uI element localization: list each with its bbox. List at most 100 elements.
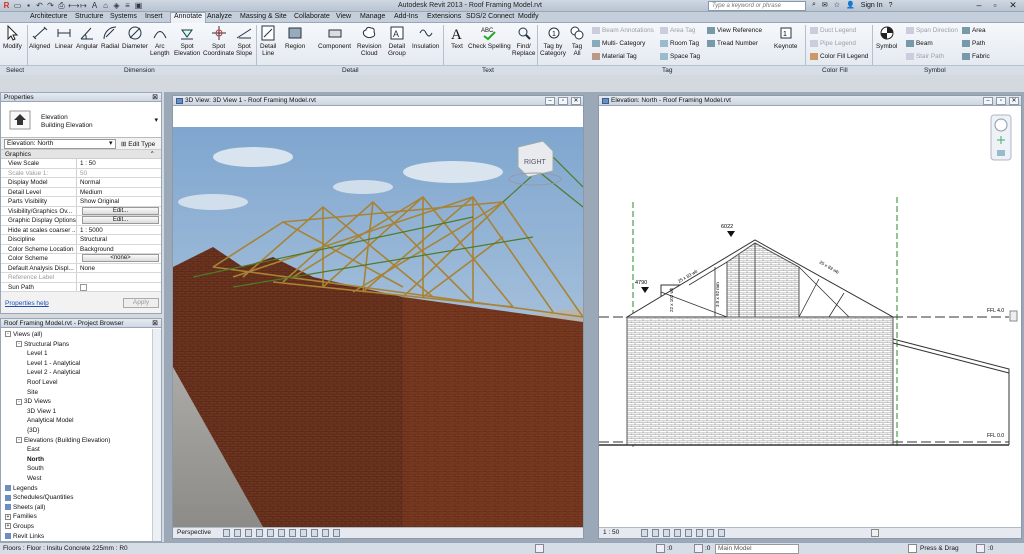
tab-architecture[interactable]: Architecture (30, 13, 67, 20)
zoom-region-icon[interactable] (997, 150, 1005, 156)
tab-view[interactable]: View (336, 13, 351, 20)
close-view-button[interactable]: ✕ (1009, 97, 1019, 105)
tree-item[interactable]: - Elevations (Building Elevation) (16, 437, 110, 444)
tree-item[interactable]: {3D} (27, 427, 39, 434)
pipe-legend-button[interactable]: Pipe Legend (810, 40, 856, 47)
browser-scrollbar[interactable] (152, 329, 161, 541)
visual-style-icon[interactable] (245, 529, 252, 537)
user-icon[interactable]: 👤 (846, 1, 855, 9)
tree-item[interactable]: Revit Links (5, 533, 44, 540)
close-icon[interactable]: ⊠ (152, 319, 158, 328)
property-value[interactable] (77, 283, 161, 292)
group-label-tag[interactable]: Tag (662, 67, 672, 74)
tree-item[interactable]: - Views (all) (5, 331, 42, 338)
fabric-symbol-button[interactable]: Fabric (962, 53, 990, 60)
tree-item[interactable]: Schedules/Quantities (5, 494, 73, 501)
property-edit-button[interactable]: Edit... (82, 206, 159, 215)
tab-massing-site[interactable]: Massing & Site (240, 13, 287, 20)
check-spelling-button[interactable]: ABC Check Spelling (468, 25, 511, 50)
worksets-icon[interactable] (535, 544, 544, 553)
revision-cloud-button[interactable]: Revision Cloud (357, 25, 382, 57)
tree-item[interactable]: Roof Level (27, 379, 58, 386)
expand-icon[interactable]: + (5, 523, 11, 530)
path-symbol-button[interactable]: Path (962, 40, 985, 47)
close-view-button[interactable]: ✕ (571, 97, 581, 105)
tree-item[interactable]: Legends (5, 485, 38, 492)
hide-icon[interactable] (707, 529, 714, 537)
3d-view-icon[interactable]: ⌂ (101, 1, 110, 10)
chevron-down-icon[interactable]: ▾ (154, 116, 158, 124)
tab-structure[interactable]: Structure (75, 13, 103, 20)
undo-icon[interactable]: ↶ (35, 1, 44, 10)
steering-wheel-icon[interactable] (994, 118, 1008, 132)
beam-annotations-button[interactable]: Beam Annotations (592, 27, 654, 34)
chevron-down-icon[interactable]: ▾ (109, 139, 113, 147)
reveal-icon[interactable] (333, 529, 340, 537)
minimize-view-button[interactable]: – (545, 97, 555, 105)
property-value[interactable]: <none> (77, 254, 161, 263)
tab-annotate[interactable]: Annotate (170, 12, 207, 23)
search-icon[interactable]: ⌕ (812, 1, 816, 9)
group-label-color-fill[interactable]: Color Fill (822, 67, 848, 74)
component-button[interactable]: Component (318, 25, 351, 50)
horizontal-scroll-thumb[interactable] (871, 529, 879, 537)
tree-item[interactable]: Level 2 - Analytical (27, 369, 80, 376)
show-crop-icon[interactable] (300, 529, 307, 537)
group-label-select[interactable]: Select (6, 67, 24, 74)
close-button[interactable]: ✕ (1006, 0, 1020, 11)
sun-path-checkbox[interactable] (80, 283, 87, 291)
sun-path-icon[interactable] (663, 529, 670, 537)
tab-modify[interactable]: Modify (518, 13, 539, 20)
apply-button[interactable]: Apply (123, 298, 159, 308)
tab-extensions[interactable]: Extensions (427, 13, 461, 20)
tread-number-button[interactable]: Tread Number (707, 40, 758, 47)
collapse-icon[interactable]: ⌃ (150, 150, 155, 159)
detail-line-button[interactable]: Detail Line (260, 25, 276, 57)
tag-all-button[interactable]: Tag All (569, 25, 585, 57)
group-label-symbol[interactable]: Symbol (924, 67, 946, 74)
section-icon[interactable]: ◈ (112, 1, 121, 10)
text-button[interactable]: A Text (449, 25, 465, 50)
sun-path-icon[interactable] (256, 529, 263, 537)
tab-insert[interactable]: Insert (145, 13, 163, 20)
insulation-button[interactable]: Insulation (412, 25, 439, 50)
property-value[interactable]: Structural (77, 235, 161, 244)
crop-icon[interactable] (289, 529, 296, 537)
property-edit-button[interactable]: <none> (82, 254, 159, 262)
navigation-wheel[interactable] (990, 114, 1012, 161)
duct-legend-button[interactable]: Duct Legend (810, 27, 856, 34)
collapse-icon[interactable]: - (5, 331, 11, 338)
tree-item[interactable]: + Families (5, 513, 37, 520)
arc-length-button[interactable]: Arc Length (150, 25, 170, 57)
tab-analyze[interactable]: Analyze (207, 13, 232, 20)
spot-slope-button[interactable]: Spot Slope (236, 25, 252, 57)
app-menu-icon[interactable]: R (2, 1, 11, 10)
crop-icon[interactable] (685, 529, 692, 537)
text-icon[interactable]: A (90, 1, 99, 10)
tree-item[interactable]: -3D Views (16, 398, 51, 405)
diameter-dimension-button[interactable]: Diameter (122, 25, 148, 50)
maximize-button[interactable]: ▫ (988, 0, 1002, 11)
property-value[interactable]: Edit... (77, 206, 161, 216)
radial-dimension-button[interactable]: Radial (101, 25, 119, 50)
tree-item[interactable]: + Groups (5, 523, 34, 530)
tree-item[interactable]: - Structural Plans (16, 341, 69, 348)
press-drag-checkbox[interactable] (908, 544, 917, 553)
shadows-icon[interactable] (267, 529, 274, 537)
minimize-view-button[interactable]: – (983, 97, 993, 105)
lock-icon[interactable] (311, 529, 318, 537)
restore-view-button[interactable]: ▫ (558, 97, 568, 105)
property-value[interactable]: Medium (77, 188, 161, 197)
find-replace-button[interactable]: Find/Replace (512, 25, 535, 57)
close-icon[interactable]: ⊠ (152, 93, 158, 102)
projection-mode[interactable]: Perspective (177, 529, 211, 536)
tree-item[interactable]: South (27, 465, 44, 472)
type-selector[interactable]: Elevation Building Elevation ▾ (1, 102, 161, 138)
show-crop-icon[interactable] (696, 529, 703, 537)
tab-sds-2-connect[interactable]: SDS/2 Connect (466, 13, 514, 20)
design-options-icon[interactable] (656, 544, 665, 553)
property-edit-button[interactable]: Edit... (82, 216, 159, 224)
tab-add-ins[interactable]: Add-Ins (394, 13, 418, 20)
detail-group-button[interactable]: A Detail Group (388, 25, 406, 57)
collapse-icon[interactable]: - (16, 398, 22, 405)
